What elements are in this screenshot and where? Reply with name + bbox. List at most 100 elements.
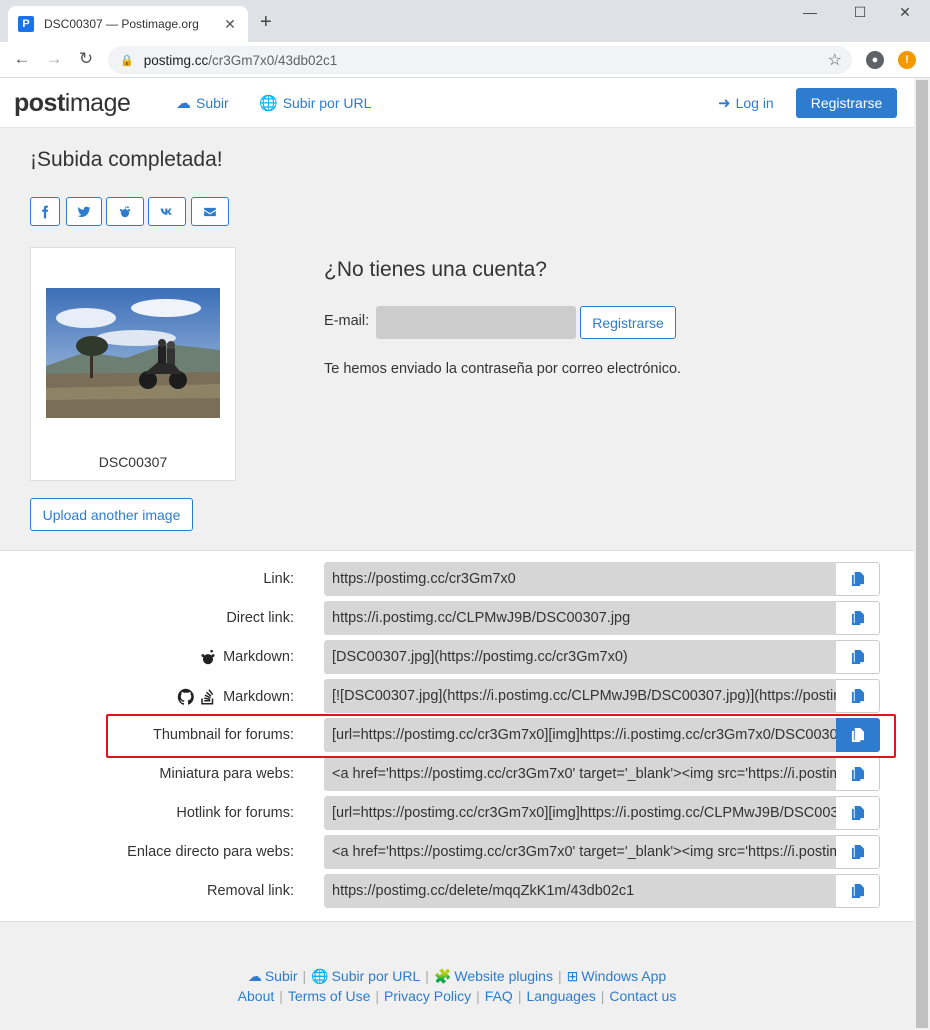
facebook-icon [42,205,49,218]
nav-upload-link[interactable]: ☁ Subir [176,94,229,112]
sign-in-icon: ➜ [718,95,731,112]
address-bar[interactable]: 🔒 postimg.cc/cr3Gm7x0/43db02c1 ☆ [108,46,852,74]
copy-icon [851,689,864,703]
email-register-button[interactable]: Registrarse [580,306,676,339]
share-vk-button[interactable] [148,197,186,226]
removal-link-field[interactable]: https://postimg.cc/delete/mqqZkK1m/43db0… [324,874,836,908]
puzzle-icon: 🧩 [433,967,452,984]
link-label: Link: [263,571,294,587]
copy-icon [851,884,864,898]
new-tab-icon[interactable]: + [260,11,272,34]
thumbnail-card: DSC00307 [30,247,236,481]
footer-upload-url-link[interactable]: Subir por URL [332,968,421,984]
copy-icon [851,572,864,586]
share-twitter-button[interactable] [66,197,102,226]
markdown-github-field[interactable]: [![DSC00307.jpg](https://i.postimg.cc/CL… [324,679,836,713]
direct-link-field[interactable]: https://i.postimg.cc/CLPMwJ9B/DSC00307.j… [324,601,836,635]
copy-button[interactable] [836,796,880,830]
close-tab-icon[interactable]: ✕ [222,16,238,33]
scrollbar-thumb[interactable] [916,80,928,1028]
password-sent-message: Te hemos enviado la contraseña por corre… [324,361,682,377]
address-url: postimg.cc/cr3Gm7x0/43db02c1 [143,52,338,68]
cloud-upload-icon: ☁ [247,967,262,984]
markdown-reddit-row: Markdown: [DSC00307.jpg](https://postimg… [0,640,914,674]
thumbnail-caption: DSC00307 [98,454,168,470]
footer-privacy-link[interactable]: Privacy Policy [384,988,471,1004]
cloud-upload-icon: ☁ [176,95,191,112]
hotlink-forums-row: Hotlink for forums: [url=https://postimg… [0,796,914,830]
footer-contact-link[interactable]: Contact us [609,988,676,1004]
uploaded-image-thumbnail[interactable] [46,288,220,418]
copy-button[interactable] [836,835,880,869]
maximize-icon[interactable]: ☐ [840,4,880,21]
copy-icon [851,650,864,664]
footer-terms-link[interactable]: Terms of Use [288,988,370,1004]
share-reddit-button[interactable] [106,197,144,226]
hotlink-forums-label: Hotlink for forums: [176,805,294,821]
browser-tab-bar: P DSC00307 — Postimage.org ✕ + — ☐ ✕ [0,0,930,42]
windows-icon: ⊞ [566,967,579,984]
link-field[interactable]: https://postimg.cc/cr3Gm7x0 [324,562,836,596]
email-field[interactable] [376,306,576,339]
forward-arrow-icon[interactable]: → [42,49,66,69]
envelope-icon [204,207,216,216]
motorcycle-photo-icon [46,288,220,418]
markdown-reddit-field[interactable]: [DSC00307.jpg](https://postimg.cc/cr3Gm7… [324,640,836,674]
footer-faq-link[interactable]: FAQ [485,988,513,1004]
upload-another-image-button[interactable]: Upload another image [30,498,193,531]
login-link[interactable]: ➜ Log in [718,94,774,112]
copy-button[interactable] [836,562,880,596]
copy-button[interactable] [836,640,880,674]
hotlink-forums-field[interactable]: [url=https://postimg.cc/cr3Gm7x0][img]ht… [324,796,836,830]
removal-link-label: Removal link: [206,883,294,899]
globe-icon: 🌐 [311,967,329,984]
share-email-button[interactable] [191,197,229,226]
page-scrollbar[interactable] [914,78,930,1030]
bookmark-star-icon[interactable]: ☆ [828,50,842,70]
footer-windows-app-link[interactable]: Windows App [581,968,666,984]
miniatura-webs-label: Miniatura para webs: [159,766,294,782]
markdown-github-row: Markdown: [![DSC00307.jpg](https://i.pos… [0,679,914,713]
footer-languages-link[interactable]: Languages [526,988,595,1004]
copy-icon [851,845,864,859]
reload-icon[interactable]: ↻ [74,49,98,69]
link-row: Link: https://postimg.cc/cr3Gm7x0 [0,562,914,596]
removal-link-row: Removal link: https://postimg.cc/delete/… [0,874,914,908]
copy-button[interactable] [836,679,880,713]
vk-icon [160,208,172,215]
register-button[interactable]: Registrarse [796,88,897,118]
share-facebook-button[interactable] [30,197,60,226]
footer-upload-link[interactable]: Subir [265,968,298,984]
enlace-directo-webs-field[interactable]: <a href='https://postimg.cc/cr3Gm7x0' ta… [324,835,836,869]
twitter-icon [77,206,91,217]
site-header: postimage ☁ Subir 🌐 Subir por URL ➜ Log … [0,78,914,128]
markdown-github-label: Markdown: [177,688,294,706]
back-arrow-icon[interactable]: ← [10,49,34,69]
copy-button[interactable] [836,757,880,791]
thumbnail-forums-highlight-box [106,714,896,758]
footer-plugins-link[interactable]: Website plugins [454,968,553,984]
copy-icon [851,611,864,625]
copy-button[interactable] [836,601,880,635]
update-alert-icon[interactable]: ! [898,51,916,69]
github-icon [177,688,194,705]
lock-icon: 🔒 [120,54,134,67]
postimage-logo[interactable]: postimage [14,89,131,118]
markdown-reddit-label: Markdown: [199,649,294,665]
direct-link-row: Direct link: https://i.postimg.cc/CLPMwJ… [0,601,914,635]
window-close-icon[interactable]: ✕ [885,4,925,21]
nav-upload-url-link[interactable]: 🌐 Subir por URL [259,94,371,112]
copy-icon [851,806,864,820]
miniatura-webs-row: Miniatura para webs: <a href='https://po… [0,757,914,791]
minimize-icon[interactable]: — [790,4,830,20]
account-heading: ¿No tienes una cuenta? [324,258,547,281]
browser-tab[interactable]: P DSC00307 — Postimage.org ✕ [8,6,248,42]
footer-about-link[interactable]: About [238,988,275,1004]
page: postimage ☁ Subir 🌐 Subir por URL ➜ Log … [0,78,914,1030]
direct-link-label: Direct link: [226,610,294,626]
stackoverflow-icon [201,689,214,705]
miniatura-webs-field[interactable]: <a href='https://postimg.cc/cr3Gm7x0' ta… [324,757,836,791]
profile-avatar-icon[interactable]: ● [866,51,884,69]
postimage-favicon-icon: P [18,16,34,32]
copy-button[interactable] [836,874,880,908]
